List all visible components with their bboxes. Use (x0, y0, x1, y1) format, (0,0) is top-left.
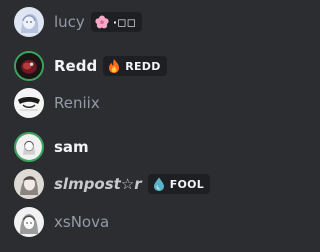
avatar[interactable] (14, 88, 44, 118)
water-drop-icon (151, 176, 167, 192)
avatar-image (14, 207, 44, 237)
member-name: Redd (54, 57, 98, 75)
server-tag-label: REDD (125, 59, 161, 73)
cherry-blossom-icon (94, 14, 110, 30)
fire-icon (106, 58, 122, 74)
avatar-image (14, 7, 44, 37)
avatar-image (16, 134, 42, 160)
server-tag-label: FOOL (169, 177, 205, 191)
server-tag[interactable]: REDD (103, 56, 167, 76)
member-name: xsNova (54, 213, 110, 231)
avatar[interactable] (14, 132, 44, 162)
member-row-slmpostar[interactable]: slmpost☆r FOOL (8, 165, 244, 203)
avatar-image (16, 53, 42, 79)
member-name: sam (54, 138, 89, 156)
server-tag[interactable]: FOOL (147, 174, 211, 194)
server-tag-label: ·◻◻ (112, 15, 137, 29)
avatar[interactable] (14, 51, 44, 81)
server-tag[interactable]: ·◻◻ (90, 12, 143, 32)
member-row-xsnova[interactable]: xsNova (8, 203, 244, 241)
member-row-redd[interactable]: Redd REDD (8, 47, 244, 85)
avatar-image (14, 88, 44, 118)
member-name: lucy (54, 13, 85, 31)
member-row-reniix[interactable]: Reniix (8, 84, 244, 122)
member-row-lucy[interactable]: lucy ·◻◻ (8, 3, 244, 41)
member-name: slmpost☆r (54, 175, 142, 193)
avatar[interactable] (14, 7, 44, 37)
member-row-sam[interactable]: sam (8, 128, 244, 166)
member-list: lucy ·◻◻ Redd REDD Reniix sam slmpost☆r … (0, 0, 250, 252)
avatar[interactable] (14, 207, 44, 237)
member-name: Reniix (54, 94, 100, 112)
avatar-image (14, 169, 44, 199)
avatar[interactable] (14, 169, 44, 199)
